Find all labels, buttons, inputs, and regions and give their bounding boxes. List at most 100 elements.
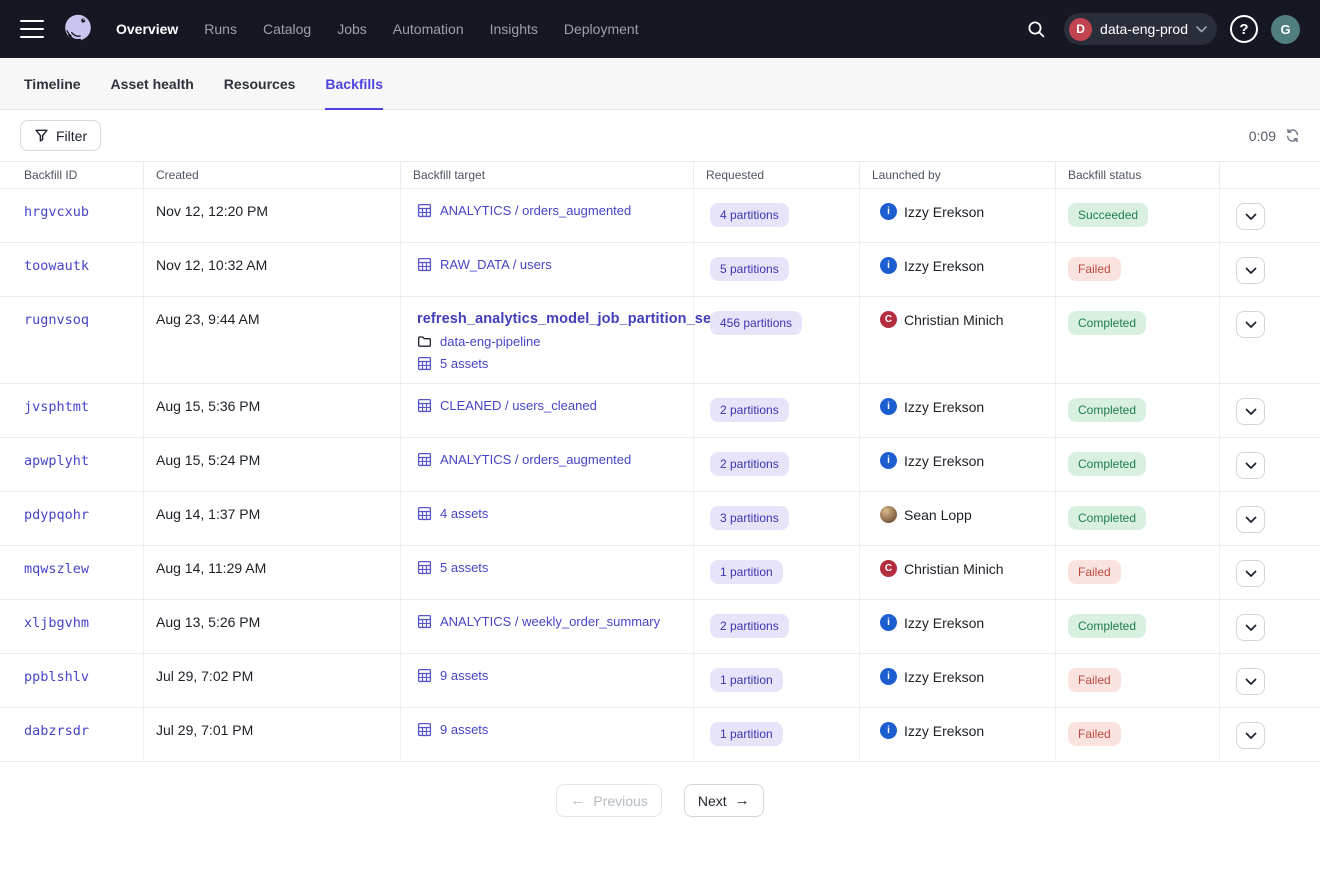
row-actions-button[interactable] <box>1236 311 1265 338</box>
created-timestamp: Aug 13, 5:26 PM <box>156 614 260 630</box>
chevron-down-icon <box>1245 678 1257 686</box>
nav-item-catalog[interactable]: Catalog <box>263 21 311 37</box>
nav-item-jobs[interactable]: Jobs <box>337 21 367 37</box>
backfill-id-link[interactable]: pdypqohr <box>24 507 89 523</box>
chevron-down-icon <box>1245 462 1257 470</box>
backfill-id-link[interactable]: mqwszlew <box>24 561 89 577</box>
target-line: refresh_analytics_model_job_partition_se… <box>417 311 681 327</box>
backfill-id-link[interactable]: toowautk <box>24 258 89 274</box>
backfill-id-link[interactable]: rugnvsoq <box>24 312 89 328</box>
row-actions-button[interactable] <box>1236 506 1265 533</box>
target-link[interactable]: data-eng-pipeline <box>440 334 540 349</box>
target-link[interactable]: RAW_DATA / users <box>440 257 552 272</box>
tab-backfills[interactable]: Backfills <box>325 58 383 109</box>
requested-partitions-badge: 2 partitions <box>710 614 789 638</box>
user-avatar <box>880 506 897 523</box>
target-link[interactable]: 5 assets <box>440 560 488 575</box>
nav-item-insights[interactable]: Insights <box>490 21 538 37</box>
target-link[interactable]: CLEANED / users_cleaned <box>440 398 597 413</box>
row-actions-button[interactable] <box>1236 722 1265 749</box>
user-avatar: C <box>880 560 897 577</box>
nav-item-overview[interactable]: Overview <box>116 21 178 37</box>
user-name: Izzy Erekson <box>904 669 984 685</box>
funnel-icon <box>34 128 49 143</box>
launched-by-user: i Izzy Erekson <box>880 203 1043 220</box>
requested-partitions-badge: 1 partition <box>710 560 783 584</box>
nav-item-automation[interactable]: Automation <box>393 21 464 37</box>
help-icon[interactable]: ? <box>1230 15 1258 43</box>
backfill-target: 9 assets <box>401 654 694 707</box>
status-badge: Completed <box>1068 311 1146 335</box>
next-page-label: Next <box>698 793 727 809</box>
arrow-left-icon: ← <box>570 792 585 809</box>
row-actions-button[interactable] <box>1236 398 1265 425</box>
created-timestamp: Nov 12, 12:20 PM <box>156 203 268 219</box>
launched-by-user: i Izzy Erekson <box>880 452 1043 469</box>
target-link[interactable]: 9 assets <box>440 722 488 737</box>
user-name: Izzy Erekson <box>904 399 984 415</box>
user-name: Christian Minich <box>904 561 1004 577</box>
dagster-logo-icon[interactable] <box>58 9 98 49</box>
nav-item-runs[interactable]: Runs <box>204 21 237 37</box>
backfill-target: ANALYTICS / weekly_order_summary <box>401 600 694 653</box>
row-actions-button[interactable] <box>1236 452 1265 479</box>
previous-page-button[interactable]: ← Previous <box>556 784 661 817</box>
backfill-id-link[interactable]: hrgvcxub <box>24 204 89 220</box>
status-badge: Completed <box>1068 398 1146 422</box>
table-grid-icon <box>417 722 432 737</box>
target-line: 5 assets <box>417 356 681 371</box>
column-header-requested: Requested <box>694 162 860 188</box>
tab-resources[interactable]: Resources <box>224 58 296 109</box>
target-link[interactable]: ANALYTICS / weekly_order_summary <box>440 614 660 629</box>
nav-item-deployment[interactable]: Deployment <box>564 21 639 37</box>
table-body: hrgvcxub Nov 12, 12:20 PM ANALYTICS / or… <box>0 189 1320 762</box>
filter-button[interactable]: Filter <box>20 120 101 151</box>
launched-by-user: i Izzy Erekson <box>880 722 1043 739</box>
user-name: Sean Lopp <box>904 507 972 523</box>
search-icon[interactable] <box>1021 14 1051 44</box>
row-actions-button[interactable] <box>1236 668 1265 695</box>
target-link[interactable]: 4 assets <box>440 506 488 521</box>
row-actions-button[interactable] <box>1236 257 1265 284</box>
target-link[interactable]: ANALYTICS / orders_augmented <box>440 203 631 218</box>
row-actions-button[interactable] <box>1236 614 1265 641</box>
requested-partitions-badge: 3 partitions <box>710 506 789 530</box>
deployment-selector[interactable]: D data-eng-prod <box>1064 13 1217 45</box>
target-link[interactable]: 9 assets <box>440 668 488 683</box>
refresh-countdown: 0:09 <box>1249 128 1276 144</box>
refresh-icon[interactable] <box>1285 128 1300 143</box>
arrow-right-icon: → <box>735 792 750 809</box>
tab-asset-health[interactable]: Asset health <box>111 58 194 109</box>
table-row: apwplyht Aug 15, 5:24 PM ANALYTICS / ord… <box>0 438 1320 492</box>
requested-partitions-badge: 1 partition <box>710 668 783 692</box>
next-page-button[interactable]: Next → <box>684 784 764 817</box>
row-actions-button[interactable] <box>1236 560 1265 587</box>
status-badge: Completed <box>1068 452 1146 476</box>
job-title-link[interactable]: refresh_analytics_model_job_partition_se… <box>417 311 716 327</box>
backfill-id-link[interactable]: xljbgvhm <box>24 615 89 631</box>
target-line: data-eng-pipeline <box>417 334 681 349</box>
backfill-target: ANALYTICS / orders_augmented <box>401 189 694 242</box>
target-line: 5 assets <box>417 560 681 575</box>
backfill-id-link[interactable]: jvsphtmt <box>24 399 89 415</box>
backfill-target: ANALYTICS / orders_augmented <box>401 438 694 491</box>
status-badge: Completed <box>1068 614 1146 638</box>
target-line: ANALYTICS / orders_augmented <box>417 203 681 218</box>
status-badge: Completed <box>1068 506 1146 530</box>
column-header-actions <box>1220 162 1320 188</box>
backfill-target: 9 assets <box>401 708 694 761</box>
backfill-id-link[interactable]: apwplyht <box>24 453 89 469</box>
row-actions-button[interactable] <box>1236 203 1265 230</box>
hamburger-menu-icon[interactable] <box>20 20 44 38</box>
backfill-id-link[interactable]: ppblshlv <box>24 669 89 685</box>
target-link[interactable]: 5 assets <box>440 356 488 371</box>
target-link[interactable]: ANALYTICS / orders_augmented <box>440 452 631 467</box>
user-avatar: C <box>880 311 897 328</box>
table-row: rugnvsoq Aug 23, 9:44 AM refresh_analyti… <box>0 297 1320 384</box>
user-profile-avatar[interactable]: G <box>1271 15 1300 44</box>
backfill-target: 4 assets <box>401 492 694 545</box>
backfill-id-link[interactable]: dabzrsdr <box>24 723 89 739</box>
requested-partitions-badge: 4 partitions <box>710 203 789 227</box>
chevron-down-icon <box>1245 213 1257 221</box>
tab-timeline[interactable]: Timeline <box>24 58 81 109</box>
